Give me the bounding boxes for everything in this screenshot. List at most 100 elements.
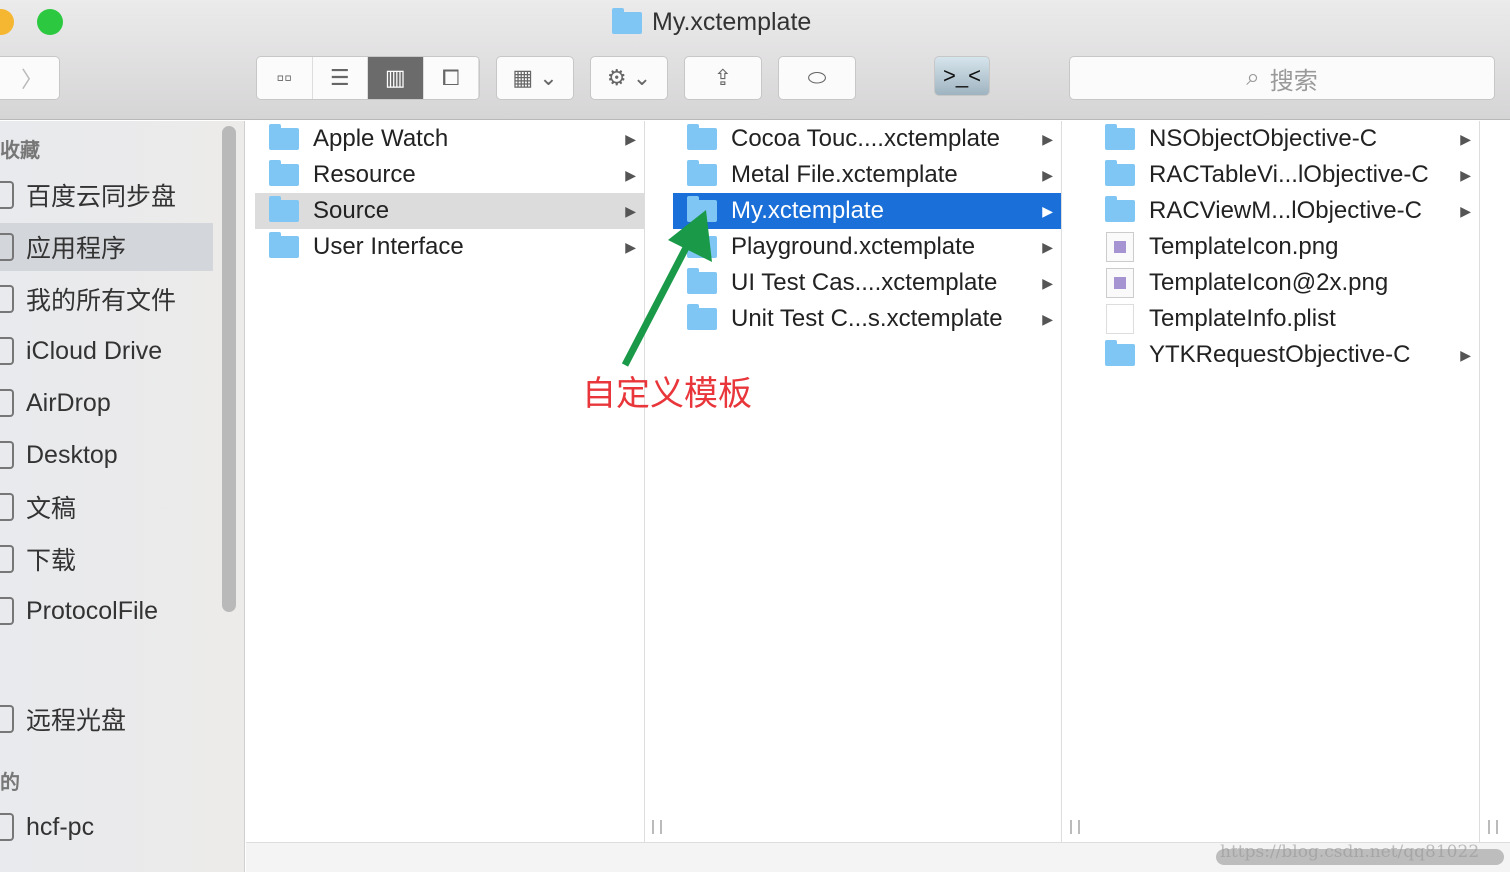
file-row[interactable]: RACViewM...lObjective-C ▶	[1091, 193, 1479, 229]
sidebar-section-header: 收藏	[0, 140, 40, 162]
file-name: RACViewM...lObjective-C	[1149, 197, 1422, 224]
file-name: Source	[313, 197, 390, 224]
file-name: TemplateIcon.png	[1149, 233, 1339, 260]
forward-button[interactable]: 〉	[0, 56, 60, 100]
watermark: https://blog.csdn.net/qq81022	[1220, 842, 1480, 862]
search-field[interactable]: ⌕ 搜索	[1069, 56, 1495, 100]
file-row[interactable]: TemplateIcon@2x.png	[1091, 265, 1479, 301]
terminal-icon: >_<	[943, 63, 981, 88]
file-row[interactable]: YTKRequestObjective-C ▶	[1091, 337, 1479, 373]
disclosure-arrow-icon: ▶	[1460, 130, 1471, 147]
file-name: My.xctemplate	[731, 197, 884, 224]
sidebar-section-header: 的	[0, 772, 20, 794]
icon-view-button[interactable]: ▫▫	[257, 57, 313, 99]
file-name: Resource	[313, 161, 416, 188]
folder-icon	[269, 124, 299, 150]
file-name: Unit Test C...s.xctemplate	[731, 305, 1003, 332]
sidebar-item-label: 我的所有文件	[26, 287, 177, 315]
sidebar-item-label: 远程光盘	[26, 707, 127, 735]
file-row[interactable]: User Interface ▶	[255, 229, 644, 265]
sidebar-scrollbar[interactable]	[222, 126, 236, 612]
disclosure-arrow-icon: ▶	[1460, 166, 1471, 183]
folder-icon	[1105, 160, 1135, 186]
file-row[interactable]: RACTableVi...lObjective-C ▶	[1091, 157, 1479, 193]
file-row[interactable]: Playground.xctemplate ▶	[673, 229, 1061, 265]
sidebar-item-label: Desktop	[26, 440, 118, 469]
sidebar-item[interactable]: 百度云同步盘	[0, 171, 213, 219]
share-icon: ⇪	[713, 65, 733, 90]
search-icon: ⌕	[1246, 64, 1260, 91]
file-row[interactable]: TemplateInfo.plist	[1091, 301, 1479, 337]
file-row[interactable]: TemplateIcon.png	[1091, 229, 1479, 265]
file-name: YTKRequestObjective-C	[1149, 341, 1411, 368]
folder-icon	[687, 160, 717, 186]
sidebar-item[interactable]: ProtocolFile	[0, 587, 213, 635]
file-row[interactable]: Source ▶	[255, 193, 644, 229]
sidebar-item-label: 应用程序	[26, 235, 127, 263]
location-icon	[0, 545, 14, 573]
disclosure-arrow-icon: ▶	[1042, 130, 1053, 147]
sidebar-item[interactable]: 远程光盘	[0, 695, 213, 743]
zoom-button[interactable]	[37, 9, 63, 35]
sidebar-item[interactable]: 下载	[0, 535, 213, 583]
column-resize-handle[interactable]	[1070, 820, 1080, 834]
file-row[interactable]: Metal File.xctemplate ▶	[673, 157, 1061, 193]
tag-icon: ⬭	[807, 65, 827, 90]
column-resize-handle[interactable]	[1488, 820, 1498, 834]
title-bar: My.xctemplate 〉 ▫▫ ☰ ▥ ⧠ ▦ ⌄ ⚙ ⌄ ⇪ ⬭ >_<…	[0, 0, 1510, 120]
terminal-button[interactable]: >_<	[934, 56, 990, 96]
column-view-button[interactable]: ▥	[368, 57, 424, 99]
file-row[interactable]: UI Test Cas....xctemplate ▶	[673, 265, 1061, 301]
location-icon	[0, 285, 14, 313]
sidebar-item-label: 文稿	[26, 495, 77, 523]
file-row[interactable]: NSObjectObjective-C ▶	[1091, 121, 1479, 157]
document-icon	[1106, 304, 1134, 334]
column-1: Apple Watch ▶ Resource ▶ Source ▶ User Interfa…	[255, 121, 645, 842]
file-row[interactable]: Apple Watch ▶	[255, 121, 644, 157]
location-icon	[0, 597, 14, 625]
folder-icon	[612, 7, 642, 34]
folder-icon	[269, 196, 299, 222]
search-placeholder: 搜索	[1269, 67, 1318, 95]
file-name: Cocoa Touc....xctemplate	[731, 125, 1001, 152]
folder-icon	[269, 160, 299, 186]
sidebar-item[interactable]: 应用程序	[0, 223, 213, 271]
chevron-down-icon: ⌄	[632, 65, 652, 90]
list-view-button[interactable]: ☰	[313, 57, 368, 99]
window-title-text: My.xctemplate	[652, 8, 812, 36]
folder-icon	[687, 124, 717, 150]
cover-flow-view-button[interactable]: ⧠	[424, 57, 479, 99]
file-name: RACTableVi...lObjective-C	[1149, 161, 1429, 188]
sidebar-item[interactable]: 文稿	[0, 483, 213, 531]
file-row[interactable]: Resource ▶	[255, 157, 644, 193]
disclosure-arrow-icon: ▶	[625, 166, 636, 183]
sidebar-item[interactable]: iCloud Drive	[0, 327, 213, 375]
sidebar: 收藏百度云同步盘 应用程序我的所有文件 iCloud Drive AirDrop Des…	[0, 121, 245, 872]
file-row[interactable]: Unit Test C...s.xctemplate ▶	[673, 301, 1061, 337]
folder-icon	[687, 304, 717, 330]
tag-button[interactable]: ⬭	[778, 56, 856, 100]
file-row[interactable]: Cocoa Touc....xctemplate ▶	[673, 121, 1061, 157]
sidebar-item[interactable]: 我的所有文件	[0, 275, 213, 323]
gear-icon: ⚙	[606, 65, 627, 90]
sidebar-item[interactable]: Desktop	[0, 431, 213, 479]
sidebar-item[interactable]: AirDrop	[0, 379, 213, 427]
folder-icon	[1105, 340, 1135, 366]
folder-icon	[687, 196, 717, 222]
disclosure-arrow-icon: ▶	[625, 202, 636, 219]
minimize-button[interactable]	[0, 9, 14, 35]
location-icon	[0, 233, 14, 261]
view-mode-control[interactable]: ▫▫ ☰ ▥ ⧠	[256, 56, 480, 100]
arrange-button[interactable]: ▦ ⌄	[496, 56, 574, 100]
sidebar-item[interactable]: hcf-pc	[0, 803, 213, 851]
annotation-label: 自定义模板	[582, 375, 752, 413]
sidebar-item-label: 百度云同步盘	[26, 183, 177, 211]
image-file-icon	[1106, 232, 1134, 262]
file-name: Metal File.xctemplate	[731, 161, 958, 188]
share-button[interactable]: ⇪	[684, 56, 762, 100]
column-resize-handle[interactable]	[652, 820, 662, 834]
file-row[interactable]: My.xctemplate ▶	[673, 193, 1061, 229]
action-button[interactable]: ⚙ ⌄	[590, 56, 668, 100]
file-name: Playground.xctemplate	[731, 233, 976, 260]
disclosure-arrow-icon: ▶	[1042, 202, 1053, 219]
